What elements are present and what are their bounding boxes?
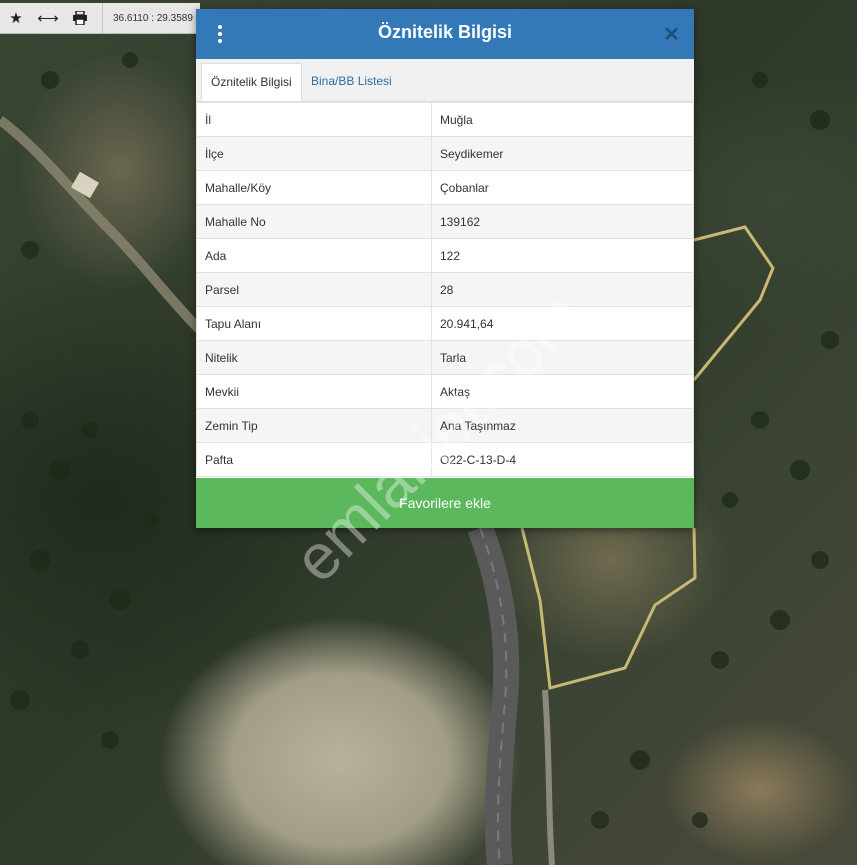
table-row: Mahalle No 139162 (196, 204, 694, 239)
tab-attribute-info[interactable]: Öznitelik Bilgisi (201, 63, 302, 101)
attribute-key: Mahalle/Köy (196, 170, 432, 205)
table-row: İl Muğla (196, 102, 694, 137)
table-row: Nitelik Tarla (196, 340, 694, 375)
table-row: Tapu Alanı 20.941,64 (196, 306, 694, 341)
attribute-value: Muğla (431, 102, 694, 137)
attribute-key: Mevkii (196, 374, 432, 409)
attribute-key: Pafta (196, 442, 432, 477)
dirt-road (0, 116, 204, 334)
table-row: Zemin Tip Ana Taşınmaz (196, 408, 694, 443)
table-row: Pafta O22-C-13-D-4 (196, 442, 694, 477)
attribute-key: Zemin Tip (196, 408, 432, 443)
attribute-key: Mahalle No (196, 204, 432, 239)
tab-bar: Öznitelik Bilgisi Bina/BB Listesi (196, 59, 694, 102)
coordinate-readout: 36.6110 : 29.3589 (102, 3, 193, 33)
parcel-boundary-lower (520, 527, 697, 690)
star-icon[interactable]: ★ (0, 3, 32, 33)
tab-building-list[interactable]: Bina/BB Listesi (302, 63, 401, 101)
add-to-favorites-button[interactable]: Favorilere ekle (196, 478, 694, 528)
attribute-dialog: Öznitelik Bilgisi ✕ Öznitelik Bilgisi Bi… (196, 9, 694, 528)
table-row: Parsel 28 (196, 272, 694, 307)
measure-icon[interactable]: ⟷ (32, 3, 64, 33)
attribute-value: 139162 (431, 204, 694, 239)
print-icon[interactable] (64, 3, 96, 33)
attribute-value: O22-C-13-D-4 (431, 442, 694, 477)
dialog-header: Öznitelik Bilgisi ✕ (196, 9, 694, 59)
parcel-boundary (692, 225, 775, 381)
attribute-value: 122 (431, 238, 694, 273)
attribute-key: İlçe (196, 136, 432, 171)
highway (467, 523, 520, 865)
table-row: Mahalle/Köy Çobanlar (196, 170, 694, 205)
dialog-title: Öznitelik Bilgisi (377, 22, 513, 42)
attribute-value: Tarla (431, 340, 694, 375)
attribute-key: Parsel (196, 272, 432, 307)
attribute-key: Tapu Alanı (196, 306, 432, 341)
attribute-table: İl Muğla İlçe Seydikemer Mahalle/Köy Çobanlar… (196, 102, 694, 477)
map-toolbar: ★ ⟷ 36.6110 : 29.3589 (0, 3, 200, 34)
attribute-value: 20.941,64 (431, 306, 694, 341)
attribute-key: Nitelik (196, 340, 432, 375)
attribute-key: İl (196, 102, 432, 137)
attribute-key: Ada (196, 238, 432, 273)
table-row: Ada 122 (196, 238, 694, 273)
close-icon[interactable]: ✕ (663, 22, 680, 47)
table-row: Mevkii Aktaş (196, 374, 694, 409)
attribute-value: Ana Taşınmaz (431, 408, 694, 443)
attribute-value: Çobanlar (431, 170, 694, 205)
attribute-value: 28 (431, 272, 694, 307)
attribute-value: Seydikemer (431, 136, 694, 171)
table-row: İlçe Seydikemer (196, 136, 694, 171)
attribute-value: Aktaş (431, 374, 694, 409)
